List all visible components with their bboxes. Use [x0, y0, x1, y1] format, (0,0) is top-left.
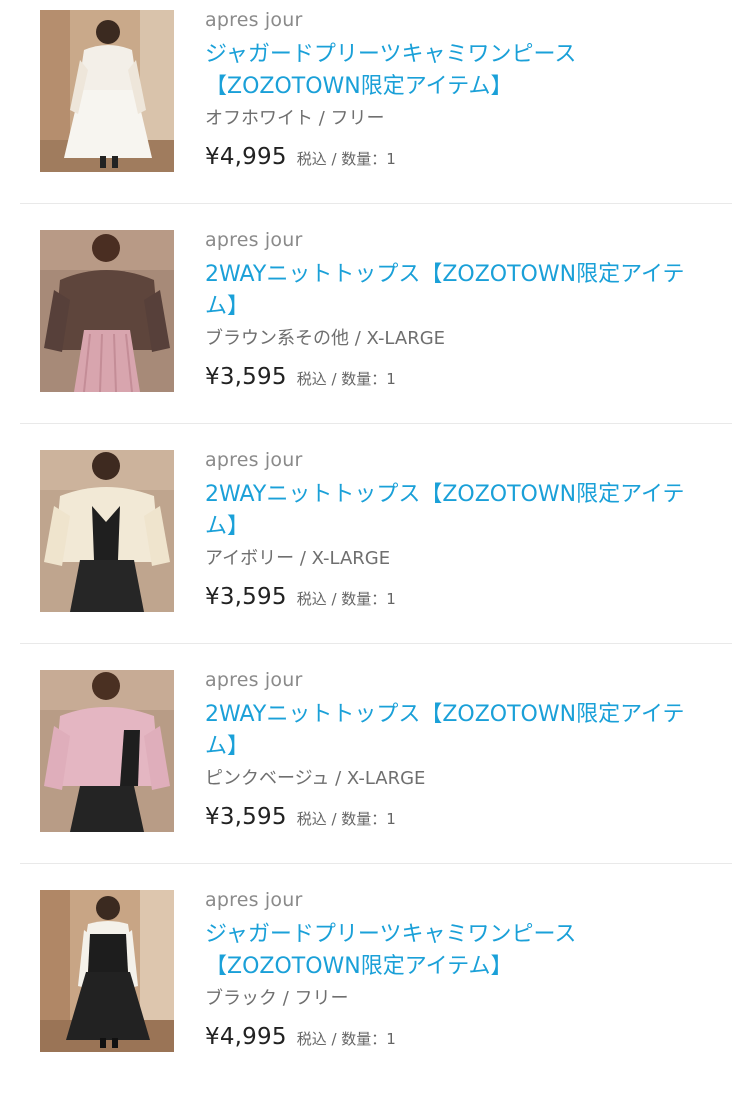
divider	[20, 643, 732, 644]
product-title-link[interactable]: 2WAYニットトップス【ZOZOTOWN限定アイテム】	[205, 259, 715, 323]
product-image[interactable]	[40, 230, 174, 392]
product-title-link[interactable]: 2WAYニットトップス【ZOZOTOWN限定アイテム】	[205, 699, 715, 763]
item-info: apres jour 2WAYニットトップス【ZOZOTOWN限定アイテム】 ア…	[205, 448, 732, 613]
tax-quantity: 税込 / 数量：1	[296, 810, 396, 828]
brand-name[interactable]: apres jour	[205, 448, 732, 472]
variant-text: アイボリー / X-LARGE	[205, 548, 391, 569]
list-item[interactable]: apres jour ジャガードプリーツキャミワンピース【ZOZOTOWN限定ア…	[20, 0, 732, 220]
variant-text: ブラウン系その他 / X-LARGE	[205, 328, 446, 349]
product-image[interactable]	[40, 890, 174, 1052]
item-info: apres jour 2WAYニットトップス【ZOZOTOWN限定アイテム】 ブ…	[205, 228, 732, 393]
price-line: ¥3,595 税込 / 数量：1	[205, 363, 732, 393]
price-line: ¥4,995 税込 / 数量：1	[205, 1023, 732, 1053]
tax-quantity: 税込 / 数量：1	[296, 1030, 396, 1048]
price: ¥4,995	[205, 144, 287, 170]
divider	[20, 203, 732, 204]
item-info: apres jour 2WAYニットトップス【ZOZOTOWN限定アイテム】 ピ…	[205, 668, 732, 833]
product-title-link[interactable]: ジャガードプリーツキャミワンピース【ZOZOTOWN限定アイテム】	[205, 919, 715, 983]
brand-name[interactable]: apres jour	[205, 668, 732, 692]
divider	[20, 423, 732, 424]
tax-quantity: 税込 / 数量：1	[296, 370, 396, 388]
price: ¥3,595	[205, 364, 287, 390]
brand-name[interactable]: apres jour	[205, 228, 732, 252]
product-title-link[interactable]: ジャガードプリーツキャミワンピース【ZOZOTOWN限定アイテム】	[205, 39, 715, 103]
tax-quantity: 税込 / 数量：1	[296, 590, 396, 608]
product-image[interactable]	[40, 670, 174, 832]
item-info: apres jour ジャガードプリーツキャミワンピース【ZOZOTOWN限定ア…	[205, 888, 732, 1053]
variant-text: ブラック / フリー	[205, 988, 349, 1009]
price-line: ¥4,995 税込 / 数量：1	[205, 143, 732, 173]
price: ¥3,595	[205, 804, 287, 830]
price: ¥4,995	[205, 1024, 287, 1050]
product-image[interactable]	[40, 450, 174, 612]
list-item[interactable]: apres jour 2WAYニットトップス【ZOZOTOWN限定アイテム】 ピ…	[20, 660, 732, 880]
divider	[20, 863, 732, 864]
tax-quantity: 税込 / 数量：1	[296, 150, 396, 168]
brand-name[interactable]: apres jour	[205, 888, 732, 912]
variant-text: ピンクベージュ / X-LARGE	[205, 768, 426, 789]
item-info: apres jour ジャガードプリーツキャミワンピース【ZOZOTOWN限定ア…	[205, 8, 732, 173]
brand-name[interactable]: apres jour	[205, 8, 732, 32]
variant-text: オフホワイト / フリー	[205, 108, 385, 129]
price: ¥3,595	[205, 584, 287, 610]
list-item[interactable]: apres jour 2WAYニットトップス【ZOZOTOWN限定アイテム】 ブ…	[20, 220, 732, 440]
product-image[interactable]	[40, 10, 174, 172]
product-title-link[interactable]: 2WAYニットトップス【ZOZOTOWN限定アイテム】	[205, 479, 715, 543]
price-line: ¥3,595 税込 / 数量：1	[205, 583, 732, 613]
list-item[interactable]: apres jour 2WAYニットトップス【ZOZOTOWN限定アイテム】 ア…	[20, 440, 732, 660]
price-line: ¥3,595 税込 / 数量：1	[205, 803, 732, 833]
list-item[interactable]: apres jour ジャガードプリーツキャミワンピース【ZOZOTOWN限定ア…	[20, 880, 732, 1100]
